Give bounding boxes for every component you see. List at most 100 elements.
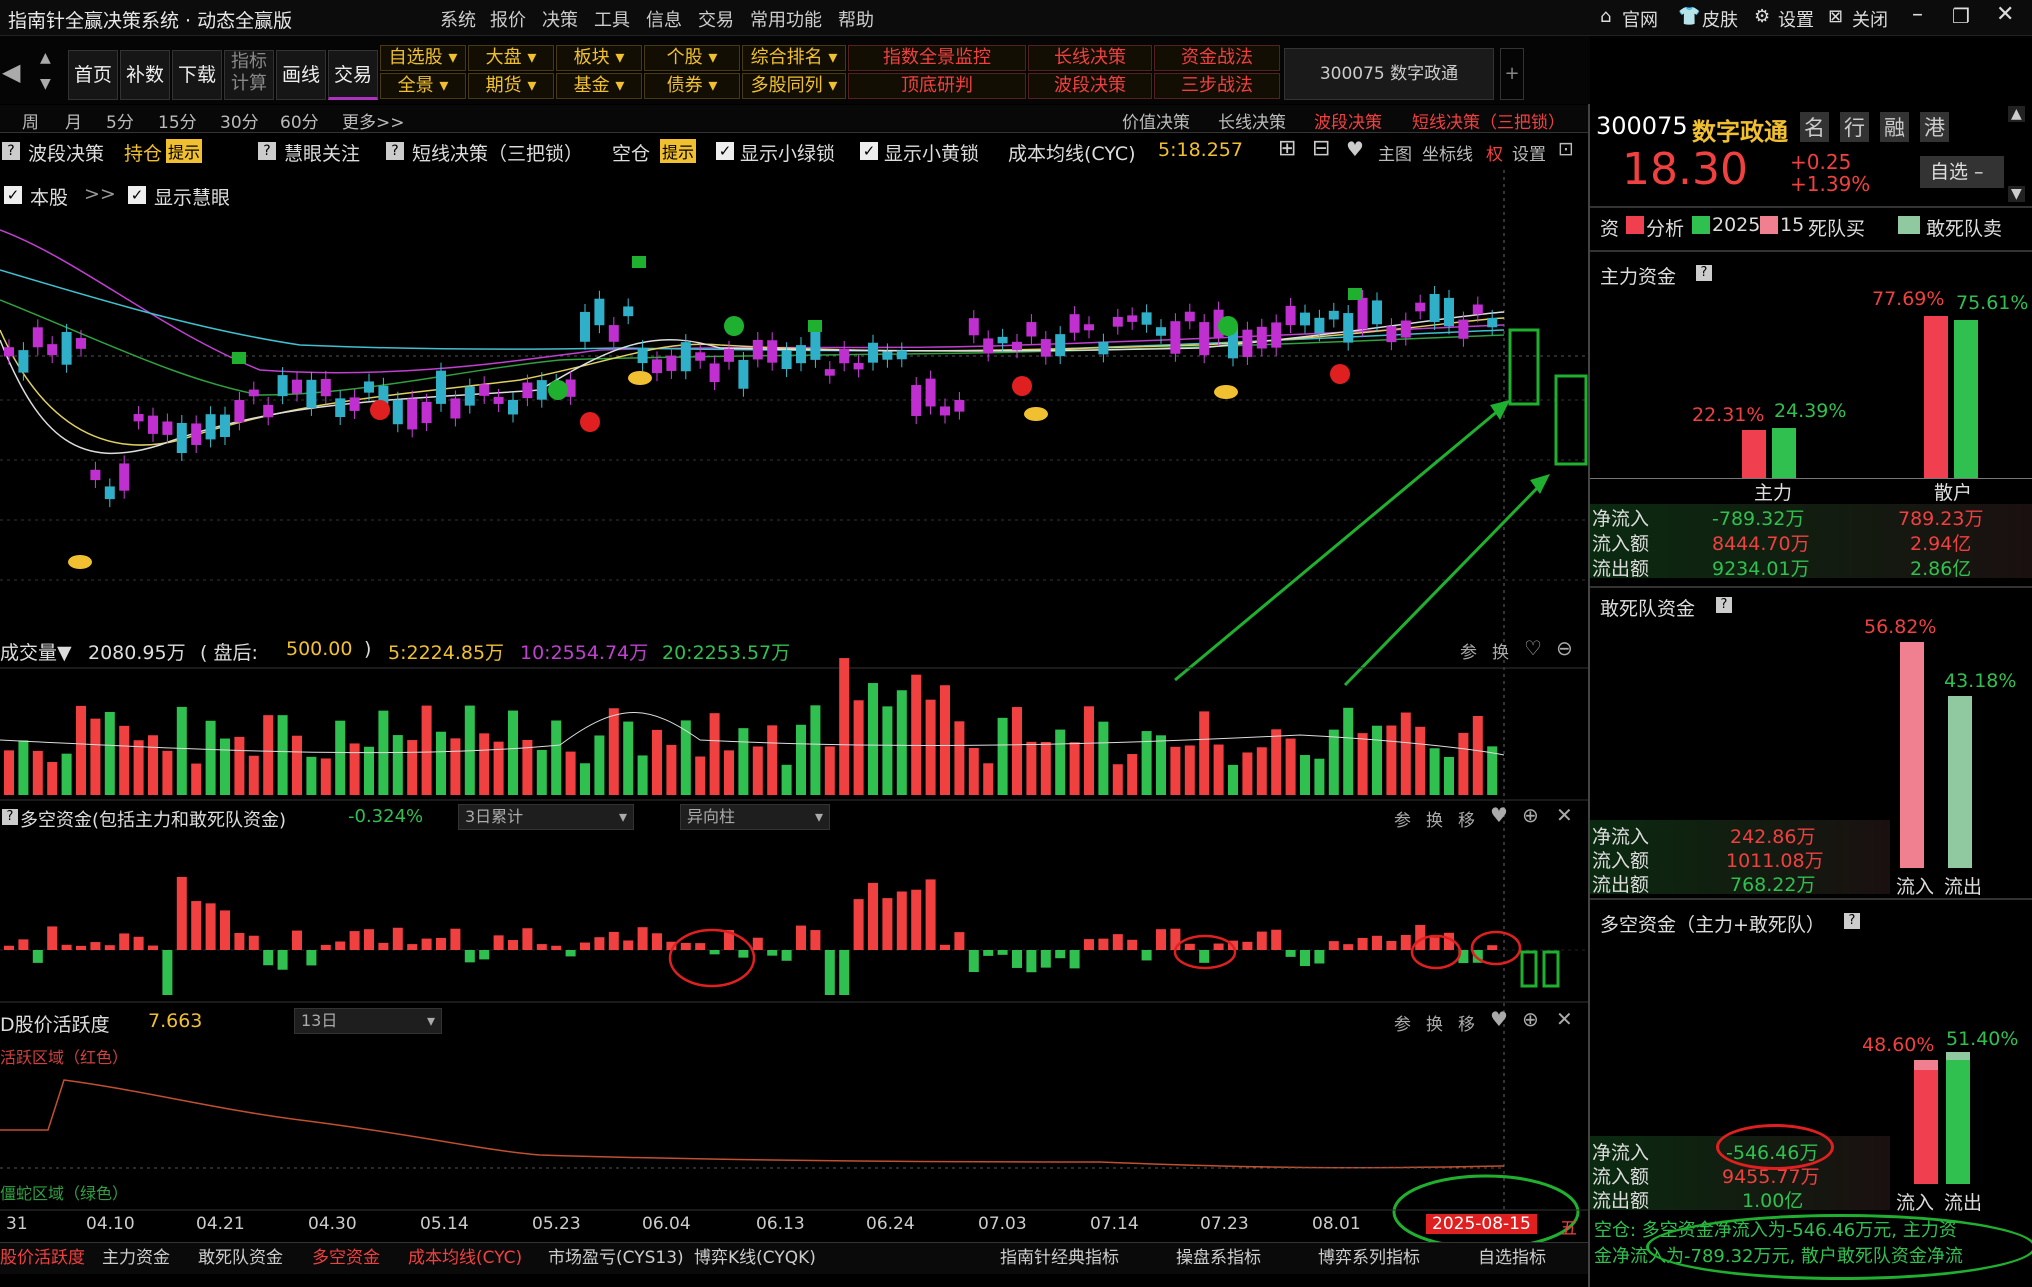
duokong-bar — [1069, 950, 1080, 969]
volume-bar — [968, 747, 979, 795]
heart-icon[interactable]: ♥ — [1490, 1007, 1508, 1031]
duokong-bar — [349, 931, 360, 950]
duokong-bar — [263, 950, 274, 966]
badge-industry[interactable]: 行 — [1840, 112, 1869, 142]
tab-trading-indicators[interactable]: 操盘系指标 — [1176, 1244, 1261, 1272]
candle-body — [76, 338, 86, 349]
activity-switch-button[interactable]: 换 — [1426, 1010, 1443, 1035]
volume-bar — [1271, 729, 1282, 795]
help-icon[interactable]: ? — [1844, 913, 1860, 929]
buy-plus-icon — [580, 412, 600, 432]
zoom-in-icon[interactable]: ⊕ — [1522, 1007, 1539, 1031]
volume-bar — [32, 750, 43, 795]
candle-body — [1012, 341, 1022, 351]
gear-icon[interactable]: ⚙ — [1754, 6, 1770, 27]
panel-scroll-up-icon[interactable]: ▲ — [2008, 106, 2025, 122]
duokong-bar — [248, 935, 259, 950]
badge-hk[interactable]: 港 — [1920, 112, 1949, 142]
minimize-icon[interactable]: – — [1912, 2, 1923, 27]
tab-cyc[interactable]: 成本均线(CYC) — [408, 1244, 522, 1272]
heart-icon[interactable]: ♥ — [1490, 803, 1508, 827]
duokong-bar — [392, 927, 403, 950]
duokong-bar — [1271, 929, 1282, 950]
help-icon[interactable]: ? — [1716, 597, 1732, 613]
main-out-value: 9234.01万 — [1712, 558, 1810, 580]
activity-label: D股价活跃度 — [0, 1014, 110, 1036]
duokong-bar — [1372, 935, 1382, 950]
settings-button[interactable]: 设置 — [1778, 6, 1814, 32]
accumulate-select[interactable]: 3日累计 ▾ — [458, 804, 634, 830]
volume-bar — [868, 683, 878, 795]
activity-move-button[interactable]: 移 — [1458, 1010, 1475, 1035]
zoom-out-icon[interactable]: ⊖ — [1556, 636, 1573, 660]
tab-duokong-fund[interactable]: 多空资金 — [312, 1244, 380, 1272]
buy-plus-icon — [370, 400, 390, 420]
heart-icon[interactable]: ♡ — [1524, 636, 1542, 660]
volume-bar — [407, 740, 418, 795]
tab-activity[interactable]: 股价活跃度 — [0, 1244, 85, 1272]
tab-main-fund[interactable]: 主力资金 — [102, 1244, 170, 1272]
duokong-bar — [1429, 937, 1440, 950]
duokong-switch-button[interactable]: 换 — [1426, 806, 1443, 831]
volume-switch-button[interactable]: 换 — [1492, 638, 1509, 663]
help-icon[interactable]: ? — [1696, 265, 1712, 281]
duokong-bar — [176, 876, 187, 950]
date-tick: 04.10 — [86, 1214, 135, 1234]
duokong-move-button[interactable]: 移 — [1458, 806, 1475, 831]
activity-param-button[interactable]: 参 — [1394, 1010, 1411, 1035]
candle-body — [1141, 312, 1152, 325]
close-x-icon[interactable]: ⊠ — [1828, 6, 1843, 27]
bar-type-select[interactable]: 异向柱 ▾ — [680, 804, 830, 830]
volume-bar — [536, 749, 547, 795]
close-button[interactable]: 关闭 — [1852, 6, 1888, 32]
add-watchlist-button[interactable]: 自选 – — [1920, 156, 2004, 188]
official-link[interactable]: 官网 — [1622, 6, 1658, 32]
tab-cyqk[interactable]: 博弈K线(CYQK) — [694, 1244, 816, 1272]
duokong-bar — [1012, 950, 1022, 968]
duokong-param-button[interactable]: 参 — [1394, 806, 1411, 831]
tab-dare-fund[interactable]: 敢死队资金 — [198, 1244, 283, 1272]
candle-body — [1372, 300, 1382, 325]
restore-icon[interactable]: ❐ — [1952, 4, 1970, 28]
tab-game-indicators[interactable]: 博弈系列指标 — [1318, 1244, 1420, 1272]
volume-label[interactable]: 成交量▼ — [0, 638, 72, 665]
green-lock-icon — [808, 320, 822, 332]
badge-margin[interactable]: 融 — [1880, 112, 1909, 142]
help-icon[interactable]: ? — [2, 809, 18, 825]
duokong-bar — [608, 931, 619, 950]
dare-out-value: 768.22万 — [1730, 874, 1816, 896]
close-icon[interactable]: ✕ — [1556, 1007, 1573, 1031]
days-select[interactable]: 13日 ▾ — [294, 1008, 442, 1034]
duokong-bar — [1242, 941, 1253, 950]
volume-ma10: 10:2554.74万 — [520, 642, 649, 664]
home-icon[interactable]: ⌂ — [1600, 6, 1611, 27]
green-circle-annotation — [1646, 1214, 2032, 1280]
dk-out-label: 流出额 — [1592, 1190, 1650, 1212]
tab-classic-indicators[interactable]: 指南针经典指标 — [1000, 1244, 1119, 1272]
shirt-icon[interactable]: 👕 — [1678, 6, 1700, 27]
close-icon[interactable]: ✕ — [1556, 803, 1573, 827]
duokong-bar — [450, 928, 461, 950]
volume-bar — [1400, 712, 1411, 795]
candle-body — [637, 348, 648, 364]
volume-bar — [306, 756, 317, 795]
date-tick: 06.24 — [866, 1214, 915, 1234]
volume-bar — [954, 721, 965, 795]
eye-icon — [1214, 385, 1238, 399]
duokong-bar — [810, 930, 821, 950]
duokong-bar — [493, 935, 504, 950]
zoom-in-icon[interactable]: ⊕ — [1522, 803, 1539, 827]
tab-custom-indicators[interactable]: 自选指标 — [1478, 1244, 1546, 1272]
skin-button[interactable]: 皮肤 — [1702, 6, 1738, 32]
volume-bar — [133, 740, 144, 795]
duokong-bar — [580, 942, 590, 950]
volume-bar — [767, 725, 778, 795]
tab-cys13[interactable]: 市场盈亏(CYS13) — [548, 1244, 684, 1272]
badge-name[interactable]: 名 — [1800, 112, 1829, 142]
window-close-icon[interactable]: ✕ — [1996, 2, 2014, 27]
volume-bar — [709, 713, 720, 795]
candle-body — [1040, 339, 1051, 357]
volume-param-button[interactable]: 参 — [1460, 638, 1477, 663]
panel-scroll-down-icon[interactable]: ▼ — [2008, 186, 2025, 202]
duokong-bar — [364, 929, 374, 950]
